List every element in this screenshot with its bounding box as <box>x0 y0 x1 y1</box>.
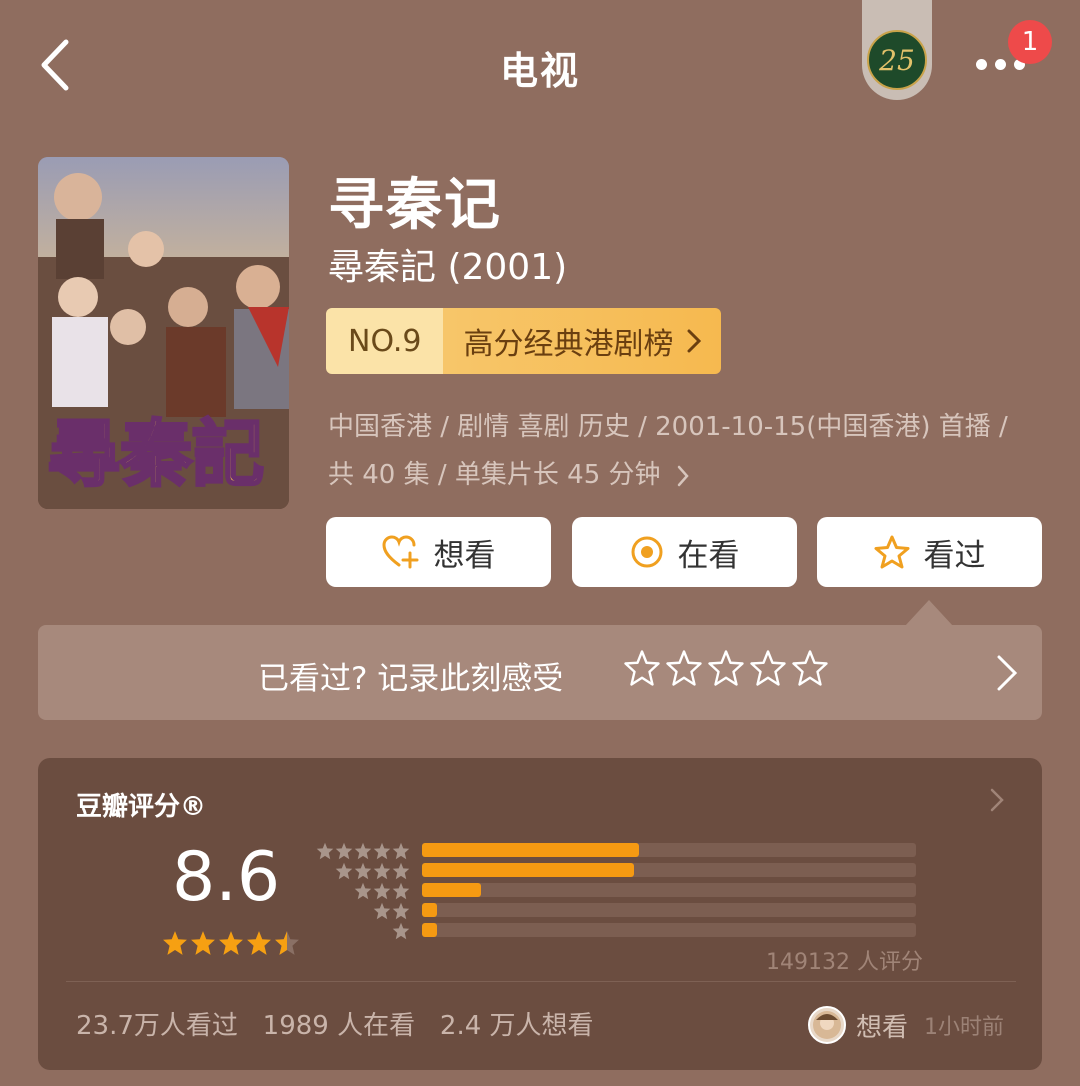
star-small-icon <box>373 902 391 924</box>
distribution-bar-fill <box>422 903 437 917</box>
badge-25-icon: 25 <box>867 30 927 90</box>
star-small-icon <box>354 842 372 864</box>
subject-meta-line1: 中国香港 / 剧情 喜剧 历史 / 2001-10-15(中国香港) 首播 / <box>328 412 1008 442</box>
star-filled-icon <box>218 930 244 960</box>
distribution-bar-fill <box>422 923 437 937</box>
star-small-icon <box>373 882 391 904</box>
star-small-icon <box>373 842 391 864</box>
heart-plus-icon <box>381 535 418 569</box>
distribution-star-label <box>318 882 410 904</box>
star-half-icon <box>274 930 300 960</box>
want-to-watch-button[interactable]: 想看 <box>326 517 551 587</box>
watch-stats: 23.7万人看过 1989 人在看 2.4 万人想看 <box>76 1011 594 1041</box>
star-small-icon <box>316 842 334 864</box>
distribution-star-label <box>318 902 410 924</box>
star-filled-icon <box>246 930 272 960</box>
star-outline-icon <box>874 535 909 569</box>
star-filled-icon <box>162 930 188 960</box>
star-filled-icon <box>190 930 216 960</box>
more-dot-icon <box>995 58 1006 70</box>
star-small-icon <box>373 862 391 884</box>
distribution-bar-fill <box>422 863 634 877</box>
star-small-icon <box>392 842 410 864</box>
star-small-icon <box>392 902 410 924</box>
notification-badge: 1 <box>1008 20 1052 64</box>
star-small-icon <box>392 882 410 904</box>
rating-score-stars <box>162 930 300 960</box>
friend-activity[interactable]: 想看 1小时前 <box>808 1006 1004 1044</box>
rating-score: 8.6 <box>172 838 281 917</box>
distribution-bar-track <box>422 923 916 937</box>
star-small-icon <box>354 862 372 884</box>
star-outline-icon[interactable] <box>792 650 828 690</box>
distribution-bar-track <box>422 863 916 877</box>
distribution-bar-track <box>422 903 916 917</box>
rank-list-link: 高分经典港剧榜 <box>443 308 722 374</box>
rank-list-label: 高分经典港剧榜 <box>463 327 674 362</box>
friend-time: 1小时前 <box>924 1015 1005 1040</box>
poster-image[interactable]: 尋秦記 <box>38 157 289 509</box>
subject-title: 寻秦记 <box>328 173 502 238</box>
poster-art: 尋秦記 <box>38 157 289 509</box>
record-rating-stars[interactable] <box>624 650 828 690</box>
star-small-icon <box>392 922 410 944</box>
chevron-right-icon <box>677 465 689 486</box>
star-outline-icon[interactable] <box>708 650 744 690</box>
distribution-star-label <box>318 862 410 884</box>
distribution-star-label <box>318 922 410 944</box>
friend-action: 想看 <box>856 1012 909 1043</box>
chevron-right-icon <box>990 788 1004 816</box>
target-icon <box>631 536 662 568</box>
ranking-tag[interactable]: NO.9 高分经典港剧榜 <box>326 308 722 374</box>
want-to-watch-label: 想看 <box>433 537 496 574</box>
poster-logo-text: 尋秦記 <box>48 411 264 496</box>
distribution-bar-track <box>422 883 916 897</box>
divider <box>66 981 1016 982</box>
subject-meta-line2-text: 共 40 集 / 单集片长 45 分钟 <box>328 460 661 490</box>
distribution-bar-track <box>422 843 916 857</box>
original-title: 尋秦記 (2001) <box>328 247 568 288</box>
callout-pointer <box>905 600 953 626</box>
subject-meta-line2[interactable]: 共 40 集 / 单集片长 45 分钟 <box>328 454 689 491</box>
star-small-icon <box>354 882 372 904</box>
star-small-icon <box>335 862 353 884</box>
star-outline-icon[interactable] <box>624 650 660 690</box>
watching-label: 在看 <box>677 537 740 574</box>
record-feeling-prompt: 已看过? 记录此刻感受 <box>258 661 564 697</box>
avatar <box>808 1006 846 1044</box>
watched-label: 看过 <box>923 537 986 574</box>
rating-title: 豆瓣评分® <box>76 792 207 822</box>
watching-button[interactable]: 在看 <box>572 517 797 587</box>
distribution-star-label <box>316 842 410 864</box>
star-outline-icon[interactable] <box>750 650 786 690</box>
record-chevron-icon <box>996 654 1018 696</box>
rank-number: NO.9 <box>326 308 444 374</box>
star-small-icon <box>335 842 353 864</box>
avatar-face-icon <box>813 1011 841 1039</box>
rating-count: 149132 人评分 <box>766 950 923 975</box>
star-small-icon <box>392 862 410 884</box>
distribution-bar-fill <box>422 883 481 897</box>
chevron-right-icon <box>687 329 702 353</box>
distribution-bar-fill <box>422 843 639 857</box>
watched-button[interactable]: 看过 <box>817 517 1042 587</box>
more-dot-icon <box>976 58 987 70</box>
star-outline-icon[interactable] <box>666 650 702 690</box>
anniversary-badge[interactable]: 25 <box>862 0 932 100</box>
